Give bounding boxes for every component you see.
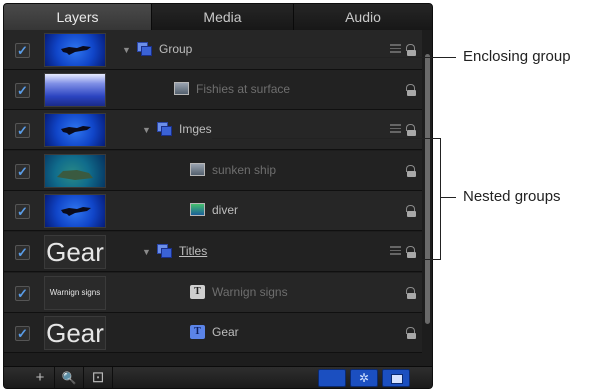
group-icon	[137, 42, 152, 56]
tab-bar: Layers Media Audio	[4, 4, 432, 30]
layer-row[interactable]: ✓ ▼ Imges	[4, 110, 422, 150]
behaviors-toggle-button[interactable]: ✲	[350, 369, 378, 387]
tab-media[interactable]: Media	[152, 4, 294, 30]
layer-row[interactable]: ✓ sunken ship	[4, 151, 422, 191]
layer-name[interactable]: diver	[212, 203, 238, 217]
lock-icon[interactable]	[406, 165, 416, 177]
bottom-toolbar: + 🔍 ⊡ ✲	[4, 366, 432, 388]
enclosing-callout-line	[200, 57, 456, 58]
lock-icon[interactable]	[406, 246, 416, 258]
layer-name[interactable]: Imges	[179, 122, 212, 136]
layer-thumbnail	[44, 194, 106, 228]
blend-mode-icon[interactable]	[390, 246, 401, 255]
tab-audio[interactable]: Audio	[294, 4, 432, 30]
layer-thumbnail	[44, 73, 106, 107]
layer-thumbnail	[44, 33, 106, 67]
nested-callout-line-top	[212, 138, 441, 139]
layer-thumbnail	[44, 154, 106, 188]
layer-visibility-checkbox[interactable]: ✓	[15, 123, 30, 138]
add-button[interactable]: +	[26, 367, 55, 388]
lock-icon[interactable]	[406, 327, 416, 339]
thumbnail-view-button[interactable]	[318, 369, 346, 387]
layer-visibility-checkbox[interactable]: ✓	[15, 286, 30, 301]
group-icon	[157, 244, 172, 258]
mask-button[interactable]: ⊡	[84, 367, 113, 388]
image-layer-icon	[190, 203, 205, 216]
layer-thumbnail: Gear	[44, 316, 106, 350]
layer-name[interactable]: Gear	[212, 325, 239, 339]
layer-name[interactable]: Fishies at surface	[196, 82, 290, 96]
lock-icon[interactable]	[406, 84, 416, 96]
layer-row[interactable]: ✓ ▼ Group	[4, 30, 422, 70]
layers-toggle-button[interactable]	[382, 369, 410, 387]
enclosing-group-label: Enclosing group	[463, 48, 571, 65]
layer-visibility-checkbox[interactable]: ✓	[15, 43, 30, 58]
text-layer-icon: T	[190, 325, 205, 339]
layer-name[interactable]: Titles	[179, 244, 207, 258]
layers-panel: Layers Media Audio ✓ ▼ Group ✓ Fishies at su…	[3, 3, 433, 389]
layer-name[interactable]: sunken ship	[212, 163, 276, 177]
disclosure-triangle-icon[interactable]: ▼	[142, 125, 151, 135]
layer-visibility-checkbox[interactable]: ✓	[15, 204, 30, 219]
lock-icon[interactable]	[406, 44, 416, 56]
gear-icon: ✲	[358, 371, 370, 385]
tab-layers[interactable]: Layers	[4, 4, 152, 30]
blend-mode-icon[interactable]	[390, 44, 401, 53]
nested-callout-line-bottom	[212, 259, 441, 260]
nested-groups-label: Nested groups	[463, 188, 561, 205]
layer-visibility-checkbox[interactable]: ✓	[15, 326, 30, 341]
layer-visibility-checkbox[interactable]: ✓	[15, 245, 30, 260]
layer-row[interactable]: ✓ Fishies at surface	[4, 70, 422, 110]
image-layer-icon	[174, 82, 189, 95]
disclosure-triangle-icon[interactable]: ▼	[122, 45, 131, 55]
search-button[interactable]: 🔍	[55, 367, 84, 388]
lock-icon[interactable]	[406, 205, 416, 217]
layer-row[interactable]: ✓ diver	[4, 191, 422, 231]
layer-row[interactable]: ✓ Warnign signs T Warnign signs	[4, 273, 422, 313]
stack-icon	[391, 374, 403, 384]
image-layer-icon	[190, 163, 205, 176]
layer-visibility-checkbox[interactable]: ✓	[15, 83, 30, 98]
layer-row[interactable]: ✓ Gear ▼ Titles	[4, 232, 422, 272]
text-layer-icon: T	[190, 285, 205, 299]
layer-thumbnail	[44, 113, 106, 147]
group-icon	[157, 122, 172, 136]
layer-name[interactable]: Group	[159, 42, 192, 56]
layer-thumbnail: Warnign signs	[44, 276, 106, 310]
layer-row[interactable]: ✓ Gear T Gear	[4, 313, 422, 353]
layer-name[interactable]: Warnign signs	[212, 285, 288, 299]
lock-icon[interactable]	[406, 287, 416, 299]
layer-thumbnail: Gear	[44, 235, 106, 269]
scrollbar[interactable]	[425, 54, 430, 324]
nested-callout-pointer	[440, 197, 456, 198]
disclosure-triangle-icon[interactable]: ▼	[142, 247, 151, 257]
lock-icon[interactable]	[406, 124, 416, 136]
layer-visibility-checkbox[interactable]: ✓	[15, 164, 30, 179]
nested-callout-bracket	[440, 138, 441, 260]
blend-mode-icon[interactable]	[390, 124, 401, 133]
